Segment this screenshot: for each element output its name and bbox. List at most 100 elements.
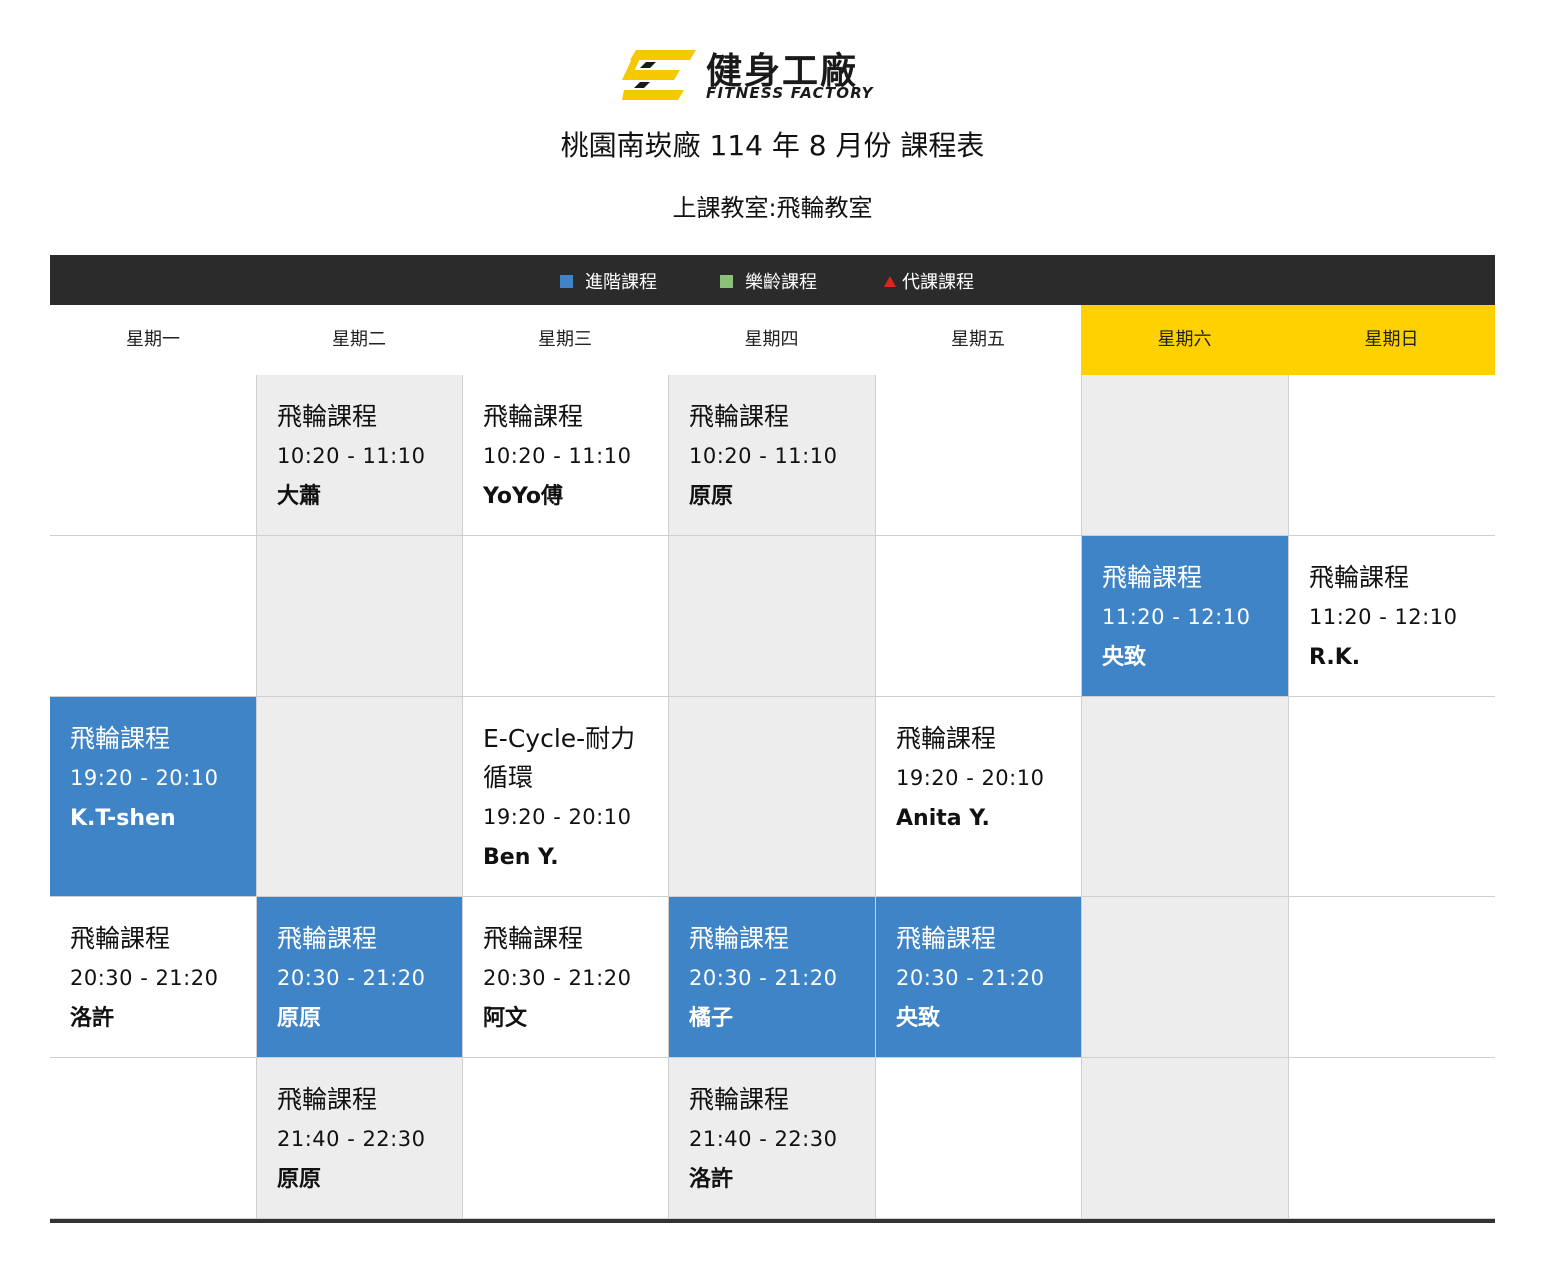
schedule-cell-tue-row2	[256, 536, 462, 697]
legend-advanced: 進階課程	[560, 268, 657, 294]
class-entry: 飛輪課程 20:30 - 21:20 原原	[277, 919, 446, 1034]
class-entry: E-Cycle-耐力循環 19:20 - 20:10 Ben Y.	[483, 719, 652, 873]
schedule-cell-mon-row4[interactable]: 飛輪課程 20:30 - 21:20 洛許	[50, 897, 256, 1058]
class-time: 11:20 - 12:10	[1102, 605, 1251, 629]
class-entry: 飛輪課程 19:20 - 20:10 Anita Y.	[896, 719, 1065, 834]
schedule-cell-fri-row2	[875, 536, 1081, 697]
schedule-cell-tue-row1[interactable]: 飛輪課程 10:20 - 11:10 大蕭	[256, 375, 462, 536]
legend-substitute-label: 代課課程	[902, 272, 974, 293]
class-coach: 央致	[896, 1006, 941, 1031]
class-name: 飛輪課程	[70, 724, 171, 753]
class-entry: 飛輪課程 11:20 - 12:10 R.K.	[1309, 558, 1479, 673]
schedule-cell-wed-row4[interactable]: 飛輪課程 20:30 - 21:20 阿文	[462, 897, 668, 1058]
class-entry: 飛輪課程 20:30 - 21:20 洛許	[70, 919, 240, 1034]
class-entry: 飛輪課程 21:40 - 22:30 洛許	[689, 1080, 859, 1195]
class-time: 19:20 - 20:10	[483, 805, 632, 829]
class-name: 飛輪課程	[277, 1085, 378, 1114]
class-coach: 原原	[277, 1167, 322, 1192]
class-coach: R.K.	[1309, 645, 1361, 670]
class-time: 20:30 - 21:20	[70, 966, 219, 990]
class-coach: 原原	[689, 484, 734, 509]
schedule-cell-mon-row5	[50, 1058, 256, 1219]
schedule-cell-thu-row5[interactable]: 飛輪課程 21:40 - 22:30 洛許	[668, 1058, 875, 1219]
class-time: 19:20 - 20:10	[70, 766, 219, 790]
class-coach: 橘子	[689, 1006, 734, 1031]
class-name: 飛輪課程	[70, 924, 171, 953]
day-header-wed: 星期三	[462, 305, 668, 376]
schedule-cell-tue-row3	[256, 697, 462, 897]
schedule-cell-fri-row5	[875, 1058, 1081, 1219]
class-entry: 飛輪課程 21:40 - 22:30 原原	[277, 1080, 446, 1195]
class-time: 20:30 - 21:20	[277, 966, 426, 990]
legend-senior: 樂齡課程	[720, 268, 817, 294]
schedule-cell-sat-row3	[1081, 697, 1288, 897]
schedule-cell-mon-row3[interactable]: 飛輪課程 19:20 - 20:10 K.T-shen	[50, 697, 256, 897]
class-name: 飛輪課程	[483, 402, 584, 431]
legend-senior-label: 樂齡課程	[745, 272, 817, 293]
class-name: 飛輪課程	[689, 924, 790, 953]
schedule-cell-sun-row2[interactable]: 飛輪課程 11:20 - 12:10 R.K.	[1288, 536, 1495, 697]
class-entry: 飛輪課程 10:20 - 11:10 大蕭	[277, 397, 446, 512]
fitness-factory-logo-icon	[622, 50, 696, 100]
schedule-cell-mon-row1	[50, 375, 256, 536]
class-coach: 阿文	[483, 1006, 528, 1031]
class-coach: Ben Y.	[483, 845, 559, 870]
class-time: 21:40 - 22:30	[689, 1127, 838, 1151]
schedule-cell-wed-row5	[462, 1058, 668, 1219]
class-coach: Anita Y.	[896, 806, 990, 831]
schedule-cell-wed-row1[interactable]: 飛輪課程 10:20 - 11:10 YoYo傅	[462, 375, 668, 536]
class-coach: 洛許	[70, 1006, 115, 1031]
schedule-cell-mon-row2	[50, 536, 256, 697]
class-time: 10:20 - 11:10	[689, 444, 838, 468]
class-entry: 飛輪課程 20:30 - 21:20 橘子	[689, 919, 859, 1034]
class-name: 飛輪課程	[689, 1085, 790, 1114]
schedule-cell-sat-row5	[1081, 1058, 1288, 1219]
class-name: 飛輪課程	[277, 402, 378, 431]
schedule-cell-fri-row1	[875, 375, 1081, 536]
class-time: 10:20 - 11:10	[483, 444, 632, 468]
class-time: 19:20 - 20:10	[896, 766, 1045, 790]
day-header-fri: 星期五	[875, 305, 1081, 376]
legend-substitute: 代課課程	[884, 268, 974, 294]
schedule-cell-wed-row3[interactable]: E-Cycle-耐力循環 19:20 - 20:10 Ben Y.	[462, 697, 668, 897]
class-coach: 原原	[277, 1006, 322, 1031]
class-name: 飛輪課程	[896, 924, 997, 953]
schedule-cell-tue-row4[interactable]: 飛輪課程 20:30 - 21:20 原原	[256, 897, 462, 1058]
page-title: 桃園南崁廠 114 年 8 月份 課程表	[560, 129, 985, 162]
schedule-cell-sun-row4	[1288, 897, 1495, 1058]
class-time: 11:20 - 12:10	[1309, 605, 1458, 629]
schedule-cell-sun-row5	[1288, 1058, 1495, 1219]
schedule-cell-sat-row1	[1081, 375, 1288, 536]
class-entry: 飛輪課程 11:20 - 12:10 央致	[1102, 558, 1272, 673]
advanced-square-icon	[560, 274, 573, 288]
schedule-cell-fri-row3[interactable]: 飛輪課程 19:20 - 20:10 Anita Y.	[875, 697, 1081, 897]
day-header-sun: 星期日	[1288, 305, 1495, 376]
schedule-cell-thu-row4[interactable]: 飛輪課程 20:30 - 21:20 橘子	[668, 897, 875, 1058]
class-entry: 飛輪課程 10:20 - 11:10 YoYo傅	[483, 397, 652, 512]
schedule-cell-thu-row2	[668, 536, 875, 697]
schedule-cell-wed-row2	[462, 536, 668, 697]
class-entry: 飛輪課程 20:30 - 21:20 阿文	[483, 919, 652, 1034]
class-name: 飛輪課程	[689, 402, 790, 431]
schedule-cell-sat-row4	[1081, 897, 1288, 1058]
class-coach: K.T-shen	[70, 806, 176, 831]
substitute-triangle-icon	[884, 275, 896, 287]
class-time: 21:40 - 22:30	[277, 1127, 426, 1151]
class-coach: 洛許	[689, 1167, 734, 1192]
class-name: 飛輪課程	[1102, 563, 1203, 592]
class-name: E-Cycle-耐力循環	[483, 724, 636, 792]
class-entry: 飛輪課程 19:20 - 20:10 K.T-shen	[70, 719, 240, 834]
class-time: 10:20 - 11:10	[277, 444, 426, 468]
logo-english-name: FITNESS FACTORY	[706, 84, 874, 102]
schedule-cell-fri-row4[interactable]: 飛輪課程 20:30 - 21:20 央致	[875, 897, 1081, 1058]
class-entry: 飛輪課程 20:30 - 21:20 央致	[896, 919, 1065, 1034]
class-name: 飛輪課程	[1309, 563, 1410, 592]
schedule-cell-sat-row2[interactable]: 飛輪課程 11:20 - 12:10 央致	[1081, 536, 1288, 697]
legend-advanced-label: 進階課程	[585, 272, 657, 293]
day-header-sat: 星期六	[1081, 305, 1288, 376]
class-name: 飛輪課程	[483, 924, 584, 953]
fitness-factory-logo: 健身工廠 FITNESS FACTORY	[622, 46, 924, 104]
schedule-cell-thu-row1[interactable]: 飛輪課程 10:20 - 11:10 原原	[668, 375, 875, 536]
class-coach: YoYo傅	[483, 484, 564, 509]
schedule-cell-tue-row5[interactable]: 飛輪課程 21:40 - 22:30 原原	[256, 1058, 462, 1219]
